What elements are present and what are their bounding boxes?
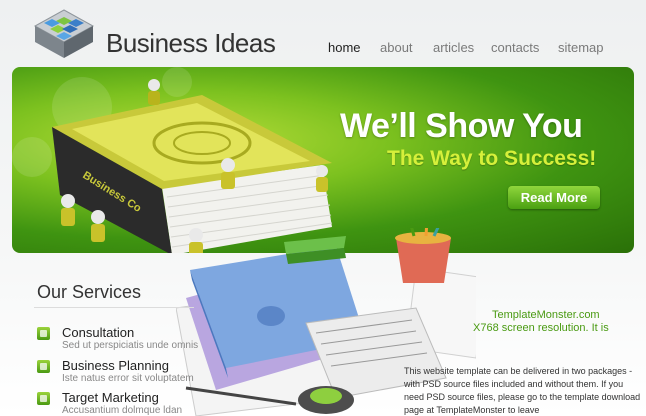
hero-banner: Business Co We’ll Show You The Way to Su… — [12, 67, 634, 253]
banner-subheadline: The Way to Success! — [387, 147, 597, 170]
nav-contacts[interactable]: contacts — [491, 40, 539, 55]
service-bullet-icon — [37, 327, 50, 340]
service-desc: Sed ut perspiciatis unde omnis — [62, 340, 199, 351]
main-nav: home about articles contacts sitemap — [0, 40, 646, 58]
resolution-text: X768 screen resolution. It is — [473, 322, 609, 334]
banner-headline: We’ll Show You — [340, 107, 583, 145]
book-illustration: Business Co — [52, 79, 333, 253]
nav-about[interactable]: about — [380, 40, 413, 55]
service-desc: Iste natus error sit voluptatem — [62, 373, 194, 384]
divider — [34, 307, 194, 308]
service-desc: Accusantium dolmque ldan — [62, 405, 183, 416]
read-more-button[interactable]: Read More — [508, 186, 600, 209]
service-bullet-icon — [37, 392, 50, 405]
service-name[interactable]: Consultation — [62, 325, 134, 340]
service-name[interactable]: Business Planning — [62, 358, 169, 373]
services-title: Our Services — [37, 282, 142, 302]
service-bullet-icon — [37, 360, 50, 373]
nav-sitemap[interactable]: sitemap — [558, 40, 604, 55]
template-description: This website template can be delivered i… — [404, 366, 641, 415]
templatemonster-link[interactable]: TemplateMonster.com — [492, 309, 600, 321]
nav-home[interactable]: home — [328, 40, 361, 55]
nav-articles[interactable]: articles — [433, 40, 474, 55]
service-name[interactable]: Target Marketing — [62, 390, 159, 405]
